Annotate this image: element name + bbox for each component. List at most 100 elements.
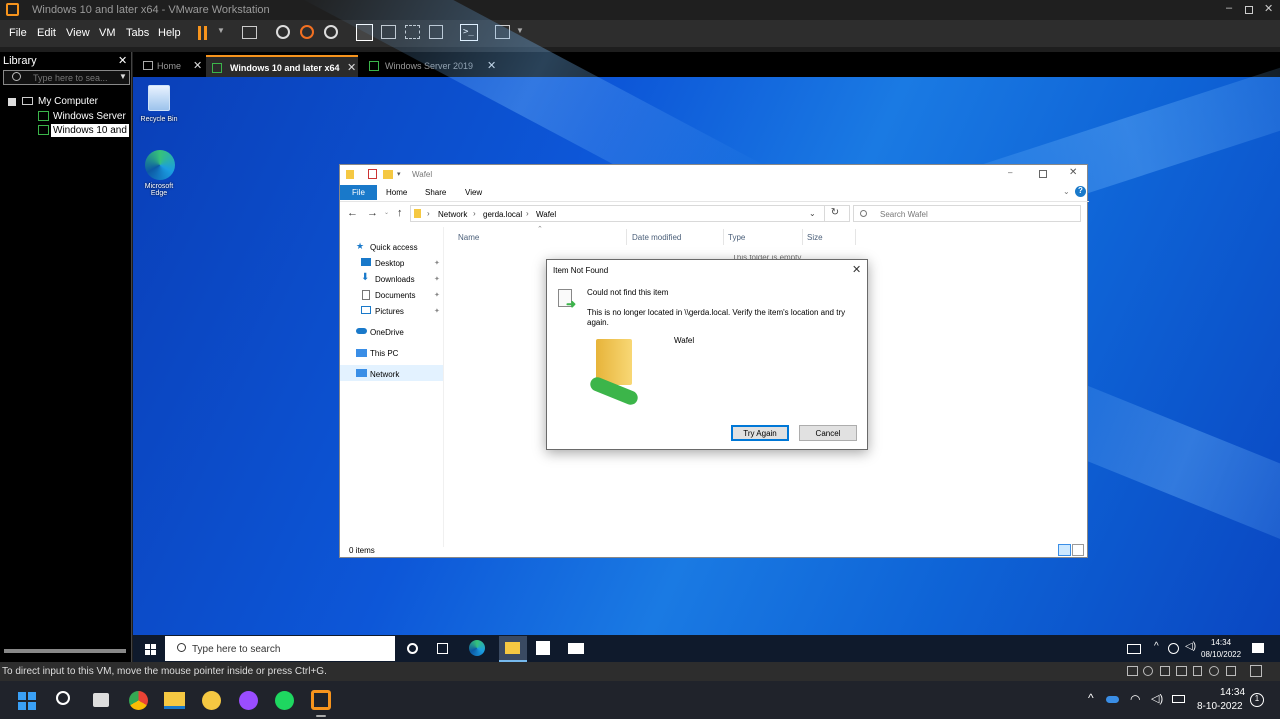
menu-tabs[interactable]: Tabs	[126, 27, 149, 39]
usb-icon[interactable]	[1209, 666, 1219, 676]
host-clock-date[interactable]: 8-10-2022	[1197, 701, 1243, 712]
nav-downloads[interactable]: Downloads	[375, 275, 415, 284]
address-bar[interactable]: › Network › gerda.local › Wafel ⌄	[410, 205, 850, 222]
task-view-icon[interactable]	[437, 643, 448, 654]
nav-network[interactable]: Network	[370, 370, 399, 379]
close-tab-icon[interactable]: ✕	[347, 61, 356, 74]
taskbar-search-input[interactable]: Type here to search	[192, 644, 280, 655]
search-box[interactable]: Search Wafel	[853, 205, 1081, 222]
language-icon[interactable]	[1168, 643, 1179, 654]
pause-icon[interactable]	[198, 26, 201, 40]
tree-vm-windows-10[interactable]: Windows 10 and	[51, 124, 129, 137]
breadcrumb-wafel[interactable]: Wafel	[536, 210, 556, 219]
breadcrumb-gerda-local[interactable]: gerda.local	[483, 210, 522, 219]
new-folder-icon[interactable]	[383, 170, 393, 179]
cd-icon[interactable]	[1143, 666, 1153, 676]
start-icon[interactable]	[18, 692, 36, 710]
dropdown-icon[interactable]: ▼	[217, 26, 225, 35]
chevron-down-icon[interactable]: ▼	[119, 72, 127, 81]
keyboard-icon[interactable]	[1127, 644, 1141, 654]
cancel-button[interactable]: Cancel	[799, 425, 857, 441]
mail-icon[interactable]	[568, 643, 584, 654]
search-icon[interactable]	[56, 691, 70, 705]
nav-onedrive[interactable]: OneDrive	[370, 328, 404, 337]
notification-badge-icon[interactable]: 1	[1250, 693, 1264, 707]
column-date-modified[interactable]: Date modified	[632, 233, 681, 242]
chrome-icon[interactable]	[129, 691, 148, 710]
spotify-icon[interactable]	[275, 691, 294, 710]
file-explorer-icon[interactable]	[164, 692, 185, 709]
library-scrollbar[interactable]	[4, 649, 126, 653]
column-type[interactable]: Type	[728, 233, 745, 242]
host-clock-time[interactable]: 14:34	[1220, 687, 1245, 698]
guest-clock-date[interactable]: 08/10/2022	[1201, 650, 1241, 659]
github-icon[interactable]	[239, 691, 258, 710]
close-icon[interactable]: ✕	[852, 263, 861, 276]
wifi-icon[interactable]: ◠	[1130, 692, 1140, 706]
tab-windows-10[interactable]: Windows 10 and later x64 ✕	[206, 55, 358, 77]
store-icon[interactable]	[536, 641, 550, 655]
tab-home[interactable]: Home ✕	[138, 55, 208, 77]
task-view-icon[interactable]	[93, 693, 109, 707]
tree-my-computer[interactable]: My Computer	[38, 96, 98, 107]
printer-icon[interactable]	[1176, 666, 1187, 676]
tree-vm-windows-server[interactable]: Windows Server 2	[53, 111, 129, 122]
refresh-button[interactable]: ↻	[824, 205, 845, 222]
nav-quick-access[interactable]: Quick access	[370, 243, 418, 252]
volume-icon[interactable]: ◁)	[1151, 692, 1163, 705]
nav-this-pc[interactable]: This PC	[370, 349, 398, 358]
pin-icon[interactable]: ✦	[434, 307, 440, 315]
menu-help[interactable]: Help	[158, 27, 181, 39]
pin-icon[interactable]: ✦	[434, 259, 440, 267]
menu-file[interactable]: File	[9, 27, 27, 39]
column-name[interactable]: Name	[458, 233, 479, 242]
maximize-icon[interactable]	[1245, 6, 1253, 14]
minimize-icon[interactable]: –	[1008, 168, 1012, 177]
taskbar-search[interactable]: Type here to search	[165, 636, 395, 661]
recent-locations-icon[interactable]: ⌄	[384, 209, 389, 216]
try-again-button[interactable]: Try Again	[731, 425, 789, 441]
address-dropdown-icon[interactable]: ⌄	[809, 209, 816, 218]
library-search[interactable]: Type here to sea... ▼	[3, 70, 130, 85]
up-icon[interactable]: ↑	[397, 207, 403, 219]
close-tab-icon[interactable]: ✕	[193, 59, 202, 72]
message-log-icon[interactable]	[1250, 665, 1262, 677]
sound-icon[interactable]	[1193, 666, 1202, 676]
help-icon[interactable]: ?	[1075, 186, 1086, 197]
column-size[interactable]: Size	[807, 233, 823, 242]
volume-icon[interactable]: ◁)	[1185, 641, 1196, 652]
cortana-icon[interactable]	[407, 643, 418, 654]
recycle-bin-desktop-icon[interactable]: Recycle Bin	[137, 82, 183, 130]
nav-pictures[interactable]: Pictures	[375, 307, 404, 316]
onedrive-icon[interactable]	[1106, 696, 1119, 703]
quick-access-dropdown-icon[interactable]: ▾	[397, 170, 401, 178]
pin-icon[interactable]: ✦	[434, 275, 440, 283]
battery-icon[interactable]	[1172, 695, 1185, 703]
menu-vm[interactable]: VM	[99, 27, 116, 39]
nav-desktop[interactable]: Desktop	[375, 259, 404, 268]
chevron-up-icon[interactable]: ^	[1088, 691, 1094, 705]
ribbon-tab-file[interactable]: File	[340, 185, 377, 200]
ribbon-tab-home[interactable]: Home	[386, 188, 407, 197]
pin-icon[interactable]: ✦	[434, 291, 440, 299]
menu-view[interactable]: View	[66, 27, 90, 39]
display-icon[interactable]	[1226, 666, 1236, 676]
maximize-icon[interactable]	[1039, 170, 1047, 178]
search-input[interactable]: Search Wafel	[880, 210, 928, 219]
start-icon[interactable]	[145, 644, 156, 655]
guest-clock-time[interactable]: 14:34	[1211, 638, 1231, 647]
minimize-icon[interactable]: –	[1226, 2, 1232, 14]
library-search-input[interactable]: Type here to sea...	[33, 73, 108, 83]
network-adapter-icon[interactable]	[1160, 666, 1170, 676]
chevron-up-icon[interactable]: ^	[1154, 641, 1159, 652]
discord-icon[interactable]	[202, 691, 221, 710]
ribbon-tab-view[interactable]: View	[465, 188, 482, 197]
hdd-icon[interactable]	[1127, 666, 1138, 676]
nav-documents[interactable]: Documents	[375, 291, 415, 300]
send-keys-icon[interactable]	[242, 26, 257, 39]
edge-desktop-icon[interactable]: Microsoft Edge	[137, 148, 183, 204]
collapse-icon[interactable]	[8, 98, 16, 106]
snapshot-manager-icon[interactable]	[324, 25, 338, 39]
notification-icon[interactable]	[1252, 643, 1264, 653]
forward-icon[interactable]: →	[367, 207, 378, 219]
